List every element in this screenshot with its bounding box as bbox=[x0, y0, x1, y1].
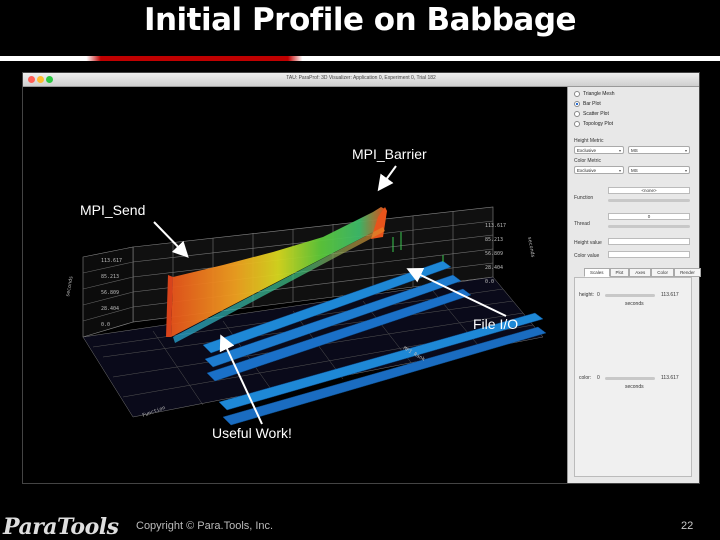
mpi-send-label: MPI_Send bbox=[80, 202, 146, 218]
page-number: 22 bbox=[681, 520, 694, 532]
paratools-logo: ParaTools bbox=[3, 514, 119, 540]
file-io-arrow bbox=[406, 267, 507, 317]
mpi-barrier-arrow bbox=[377, 165, 397, 192]
annotation-arrows bbox=[153, 165, 507, 425]
file-io-label: File I/O bbox=[473, 316, 519, 332]
mpi-send-arrow bbox=[153, 221, 189, 258]
useful-work-arrow bbox=[219, 334, 263, 425]
copyright-text: Copyright © Para.Tools, Inc. bbox=[136, 520, 274, 532]
useful-work-label: Useful Work! bbox=[212, 425, 292, 441]
mpi-barrier-label: MPI_Barrier bbox=[352, 146, 427, 162]
